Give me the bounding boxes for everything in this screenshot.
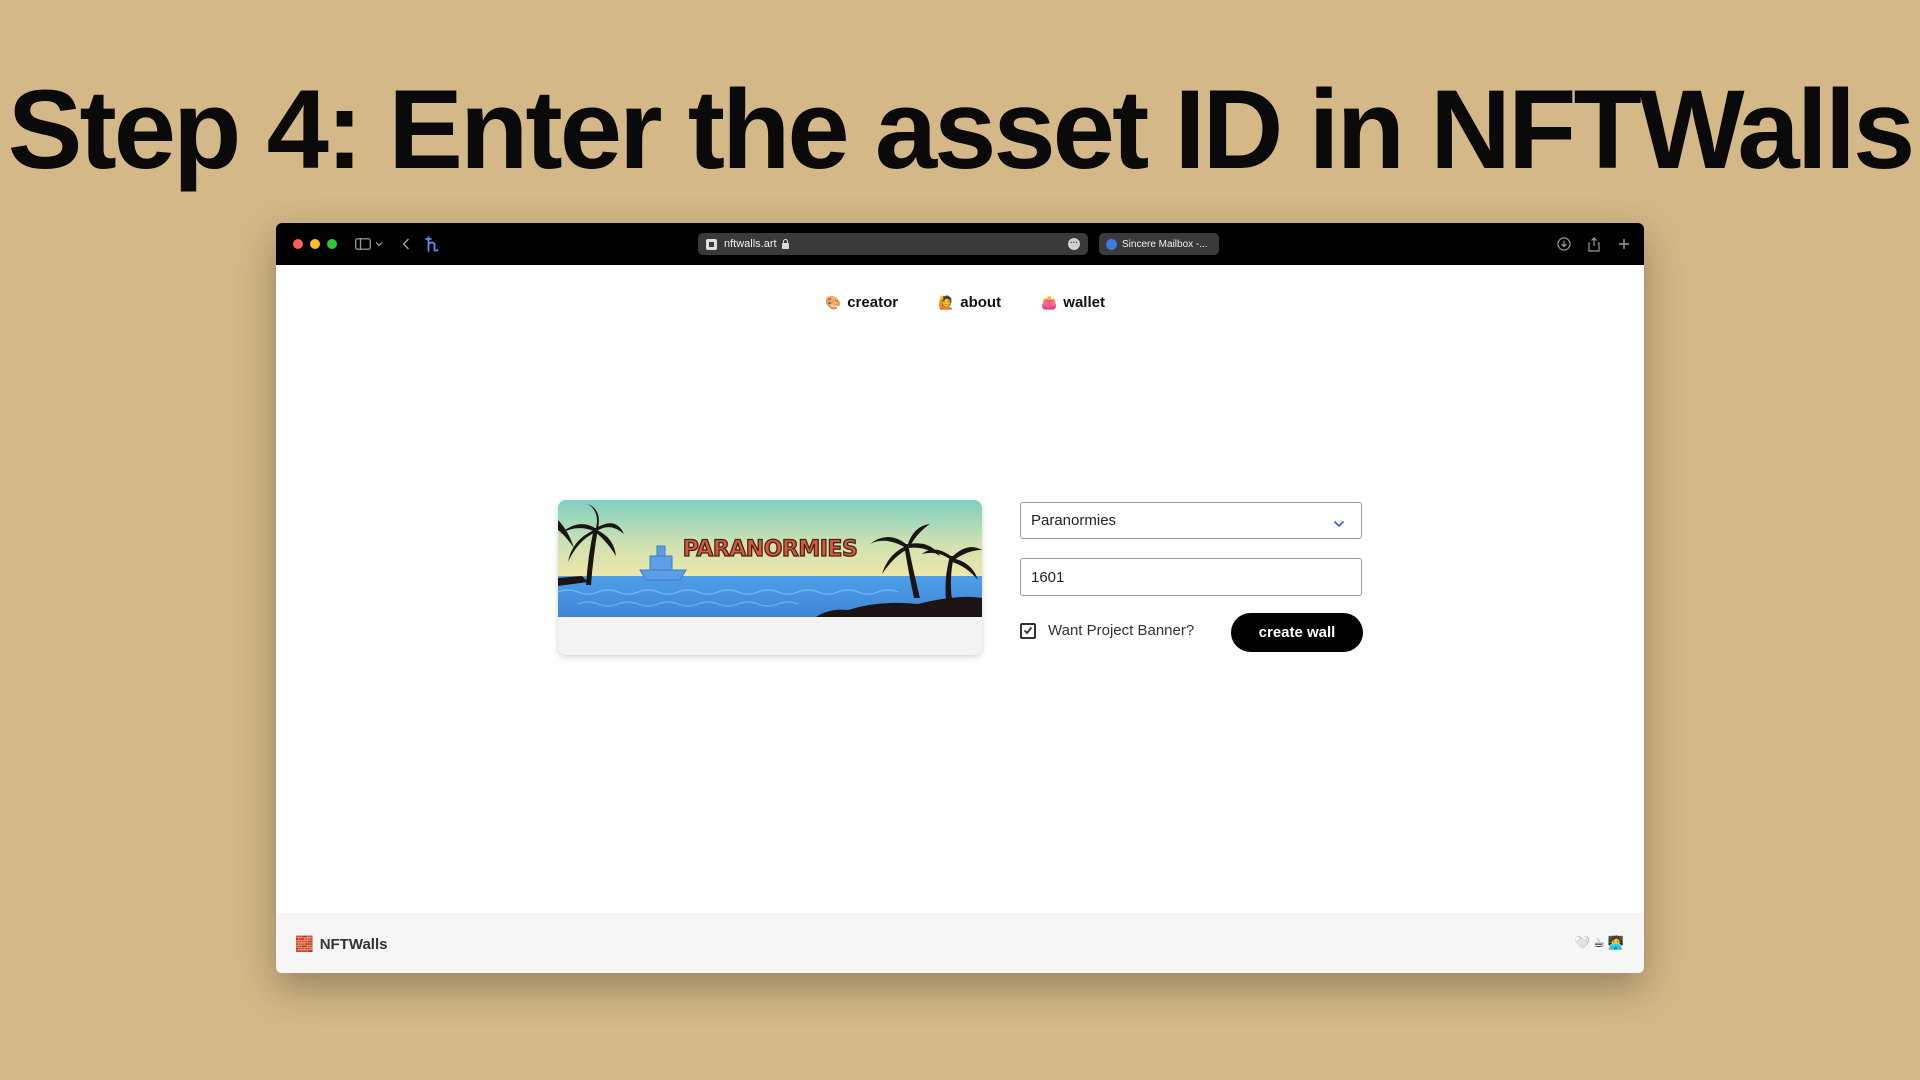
- brick-icon: 🧱: [295, 936, 314, 953]
- asset-id-input[interactable]: [1020, 558, 1362, 596]
- browser-tab-mailbox[interactable]: Sincere Mailbox -...: [1099, 233, 1219, 255]
- address-bar[interactable]: nftwalls.art ···: [698, 233, 1088, 255]
- banner-image: PARANORMIES: [558, 500, 982, 617]
- coffee-icon[interactable]: ☕: [1593, 935, 1605, 951]
- footer-brand-name: NFTWalls: [319, 935, 388, 953]
- zoom-window-button[interactable]: [327, 239, 337, 249]
- chevron-down-icon[interactable]: [374, 233, 384, 255]
- footer-brand[interactable]: 🧱 NFTWalls: [295, 935, 388, 954]
- site-nav: 🎨 creator 🙋 about 👛 wallet: [276, 294, 1644, 311]
- close-window-button[interactable]: [293, 239, 303, 249]
- want-banner-label: Want Project Banner?: [1048, 622, 1195, 639]
- tab-title: Sincere Mailbox -...: [1122, 238, 1208, 250]
- browser-toolbar: nftwalls.art ··· Sincere Mailbox -...: [276, 223, 1644, 265]
- nav-about[interactable]: 🙋 about: [938, 294, 1001, 311]
- browser-window: nftwalls.art ··· Sincere Mailbox -... 🎨 …: [276, 223, 1644, 973]
- palette-icon: 🎨: [825, 294, 842, 310]
- nav-wallet-label: wallet: [1063, 294, 1105, 311]
- chevron-down-icon: [1333, 515, 1345, 532]
- checkmark-icon: [1023, 626, 1033, 635]
- sidebar-toggle-icon[interactable]: [354, 233, 372, 255]
- extension-h-icon[interactable]: [424, 233, 440, 255]
- want-banner-checkbox[interactable]: [1020, 622, 1036, 639]
- person-icon: 🙋: [938, 294, 955, 310]
- new-tab-plus-icon[interactable]: [1616, 233, 1632, 255]
- download-icon[interactable]: [1556, 233, 1572, 255]
- slide-title: Step 4: Enter the asset ID in NFTWalls: [7, 67, 1915, 192]
- minimize-window-button[interactable]: [310, 239, 320, 249]
- site-favicon-icon: [706, 238, 717, 250]
- back-arrow-icon[interactable]: [400, 233, 412, 255]
- collection-select-value: Paranormies: [1031, 512, 1117, 529]
- create-wall-button[interactable]: create wall: [1231, 613, 1363, 652]
- more-options-icon[interactable]: ···: [1068, 238, 1080, 250]
- purse-icon: 👛: [1041, 294, 1058, 310]
- banner-option-row: Want Project Banner?: [1020, 622, 1194, 639]
- share-icon[interactable]: [1586, 233, 1602, 255]
- heart-icon[interactable]: 🤍: [1574, 935, 1590, 951]
- nav-creator[interactable]: 🎨 creator: [825, 294, 898, 311]
- nav-about-label: about: [960, 294, 1002, 311]
- site-footer: 🧱 NFTWalls 🤍 ☕ 🧑‍💻: [276, 913, 1644, 973]
- project-banner-preview: PARANORMIES: [558, 500, 982, 655]
- address-bar-url: nftwalls.art: [724, 238, 777, 250]
- lock-icon: [781, 238, 789, 249]
- banner-text: PARANORMIES: [683, 537, 858, 562]
- nav-wallet[interactable]: 👛 wallet: [1041, 294, 1105, 311]
- nav-creator-label: creator: [847, 294, 899, 311]
- collection-select[interactable]: Paranormies: [1020, 502, 1362, 539]
- developer-icon[interactable]: 🧑‍💻: [1608, 935, 1624, 951]
- mailbox-favicon-icon: [1106, 238, 1117, 250]
- footer-icons: 🤍 ☕ 🧑‍💻: [1574, 935, 1624, 951]
